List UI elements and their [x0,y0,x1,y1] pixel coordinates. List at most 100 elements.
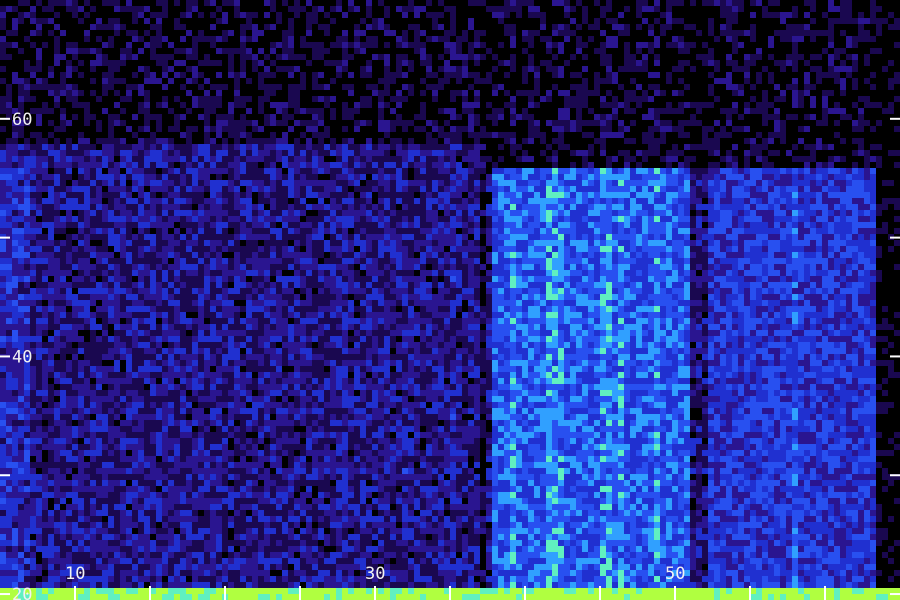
spectrogram-cell [102,366,108,372]
spectrogram-cell [192,582,198,588]
spectrogram-cell [66,402,72,408]
spectrogram-cell [114,162,120,168]
spectrogram-cell [108,408,114,414]
spectrogram-cell [174,138,180,144]
spectrogram-cell [114,348,120,354]
spectrogram-cell [90,570,96,576]
spectrogram-cell [180,588,186,594]
spectrogram-cell [48,30,54,36]
spectrogram-cell [180,30,186,36]
spectrogram-cell [60,504,66,510]
spectrogram-cell [90,306,96,312]
spectrogram-cell [288,438,294,444]
spectrogram-cell [72,432,78,438]
spectrogram-cell [234,102,240,108]
spectrogram-cell [6,228,12,234]
spectrogram-cell [0,30,6,36]
spectrogram-cell [18,330,24,336]
spectrogram-cell [168,546,174,552]
spectrogram-cell [264,240,270,246]
spectrogram-cell [66,228,72,234]
spectrogram-cell [36,588,42,594]
spectrogram-cell [240,576,246,582]
spectrogram-cell [0,162,6,168]
spectrogram-cell [282,462,288,468]
spectrogram-cell [264,318,270,324]
spectrogram-cell [54,126,60,132]
spectrogram-cell [72,510,78,516]
spectrogram-cell [114,282,120,288]
spectrogram-cell [6,54,12,60]
spectrogram-cell [264,258,270,264]
spectrogram-cell [294,486,300,492]
spectrogram-cell [174,90,180,96]
spectrogram-cell [168,138,174,144]
spectrogram-cell [48,516,54,522]
spectrogram-cell [228,504,234,510]
spectrogram-cell [282,522,288,528]
spectrogram-cell [186,444,192,450]
spectrogram-cell [48,0,54,6]
spectrogram-cell [156,210,162,216]
spectrogram-cell [138,270,144,276]
spectrogram-cell [114,84,120,90]
spectrogram-cell [18,138,24,144]
spectrogram-cell [216,366,222,372]
spectrogram-cell [270,144,276,150]
spectrogram-cell [18,0,24,6]
spectrogram-cell [252,378,258,384]
spectrogram-cell [42,54,48,60]
spectrogram-cell [168,222,174,228]
spectrogram-cell [120,132,126,138]
spectrogram-cell [234,276,240,282]
spectrogram-cell [192,570,198,576]
spectrogram-cell [36,234,42,240]
spectrogram-cell [54,516,60,522]
spectrogram-cell [234,132,240,138]
spectrogram-cell [240,72,246,78]
spectrogram-cell [60,198,66,204]
spectrogram-cell [78,318,84,324]
spectrogram-cell [12,210,18,216]
spectrogram-cell [210,474,216,480]
spectrogram-cell [6,384,12,390]
spectrogram-cell [204,18,210,24]
spectrogram-cell [216,342,222,348]
spectrogram-cell [264,360,270,366]
spectrogram-cell [138,192,144,198]
spectrogram-cell [78,126,84,132]
spectrogram-cell [78,234,84,240]
spectrogram-cell [162,144,168,150]
spectrogram-cell [258,516,264,522]
spectrogram-cell [198,204,204,210]
spectrogram-cell [42,570,48,576]
spectrogram-cell [0,360,6,366]
spectrogram-cell [120,234,126,240]
spectrogram-cell [234,420,240,426]
spectrogram-cell [204,492,210,498]
spectrogram-cell [204,336,210,342]
spectrogram-cell [222,222,228,228]
spectrogram-cell [132,300,138,306]
spectrogram-cell [60,24,66,30]
spectrogram-cell [102,540,108,546]
spectrogram-cell [78,192,84,198]
spectrogram-cell [222,246,228,252]
spectrogram-cell [156,162,162,168]
spectrogram-cell [210,444,216,450]
spectrogram-cell [180,336,186,342]
spectrogram-cell [228,114,234,120]
spectrogram-cell [174,378,180,384]
spectrogram-cell [66,450,72,456]
spectrogram-cell [246,354,252,360]
spectrogram-cell [78,30,84,36]
spectrogram-cell [90,540,96,546]
spectrogram-cell [294,270,300,276]
spectrogram-cell [294,90,300,96]
spectrogram-cell [198,66,204,72]
spectrogram-cell [282,252,288,258]
spectrogram-cell [60,204,66,210]
spectrogram-cell [24,138,30,144]
spectrogram-cell [156,588,162,594]
spectrogram-cell [60,426,66,432]
